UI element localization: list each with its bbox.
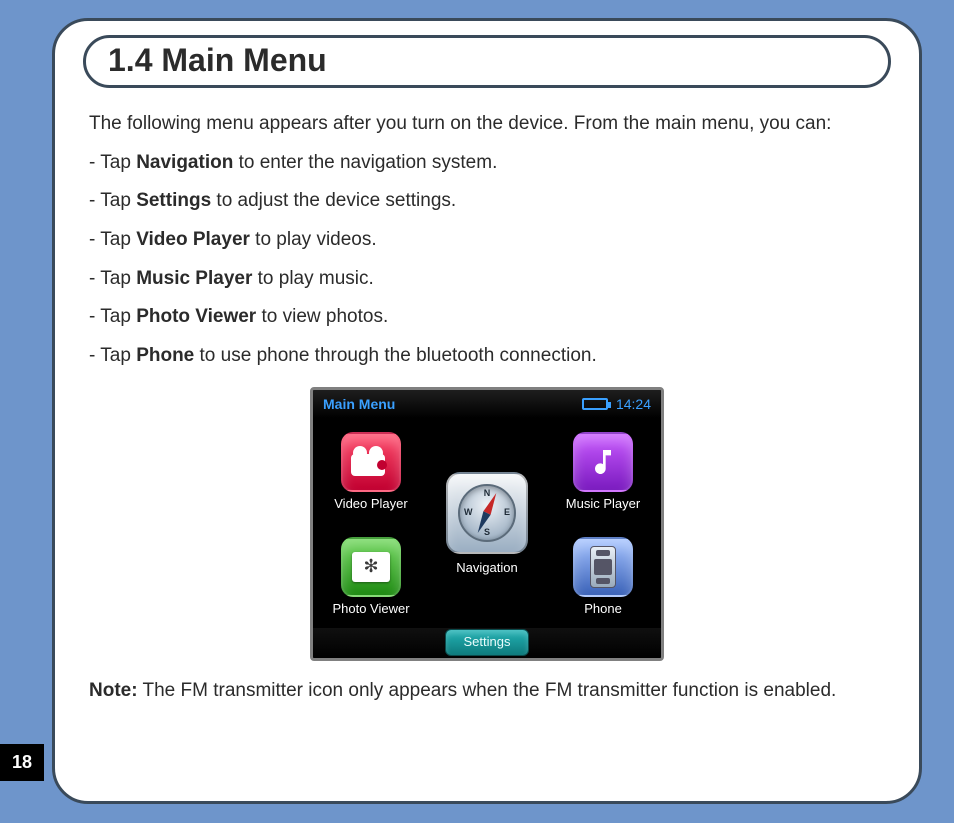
device-clock: 14:24 [616,395,651,413]
compass-icon: N S E W [446,472,528,554]
device-status-right: 14:24 [582,395,651,413]
bullet-bold: Settings [136,190,211,211]
compass-s: S [484,527,490,539]
tile-music-player[interactable]: Music Player [566,432,640,513]
bullet-bold: Navigation [136,152,233,173]
section-heading: 1.4 Main Menu [108,42,866,79]
bullet-prefix: - Tap [89,229,136,250]
bullet-video: - Tap Video Player to play videos. [89,228,885,253]
bullet-suffix: to use phone through the bluetooth conne… [194,345,596,366]
device-screenshot: Main Menu 14:24 Video Player [310,387,664,661]
tile-video-player[interactable]: Video Player [334,432,407,513]
bullet-prefix: - Tap [89,190,136,211]
page-number: 18 [0,744,44,781]
bullet-bold: Photo Viewer [136,306,256,327]
bullet-prefix: - Tap [89,268,136,289]
video-camera-icon [341,432,401,492]
device-app-grid: Video Player Music Player N S [313,422,661,628]
bullet-prefix: - Tap [89,306,136,327]
page-frame: 1.4 Main Menu The following menu appears… [52,18,922,804]
device-statusbar: Main Menu 14:24 [313,390,661,418]
photo-icon: ✻ [341,537,401,597]
battery-icon [582,398,608,410]
tile-photo-viewer[interactable]: ✻ Photo Viewer [332,537,409,618]
device-screen: Main Menu 14:24 Video Player [313,390,661,658]
bullet-settings: - Tap Settings to adjust the device sett… [89,189,885,214]
tile-label: Video Player [334,496,407,513]
bullet-suffix: to play music. [252,268,373,289]
tile-navigation[interactable]: N S E W Navigation [446,472,528,577]
note-text: The FM transmitter icon only appears whe… [138,680,837,701]
compass-e: E [504,508,510,520]
bullet-prefix: - Tap [89,152,136,173]
bullet-music: - Tap Music Player to play music. [89,267,885,292]
bullet-bold: Video Player [136,229,250,250]
tile-label: Photo Viewer [332,601,409,618]
tile-label: Music Player [566,496,640,513]
bullet-suffix: to adjust the device settings. [211,190,456,211]
section-content: The following menu appears after you tur… [83,112,891,704]
section-title-bar: 1.4 Main Menu [83,35,891,88]
bullet-phone: - Tap Phone to use phone through the blu… [89,344,885,369]
bullet-suffix: to play videos. [250,229,377,250]
phone-icon [573,537,633,597]
device-bottom-bar: Settings [313,628,661,658]
bullet-suffix: to enter the navigation system. [233,152,497,173]
bullet-bold: Music Player [136,268,252,289]
music-note-icon [573,432,633,492]
device-status-title: Main Menu [323,395,395,413]
note-label: Note: [89,680,138,701]
bullet-navigation: - Tap Navigation to enter the navigation… [89,151,885,176]
bullet-suffix: to view photos. [256,306,388,327]
bullet-photo: - Tap Photo Viewer to view photos. [89,305,885,330]
tile-label: Navigation [456,560,517,577]
bullet-bold: Phone [136,345,194,366]
tile-phone[interactable]: Phone [573,537,633,618]
settings-button[interactable]: Settings [445,629,530,656]
compass-w: W [464,508,473,520]
note-line: Note: The FM transmitter icon only appea… [89,679,885,704]
intro-text: The following menu appears after you tur… [89,112,885,137]
bullet-prefix: - Tap [89,345,136,366]
tile-label: Phone [584,601,622,618]
